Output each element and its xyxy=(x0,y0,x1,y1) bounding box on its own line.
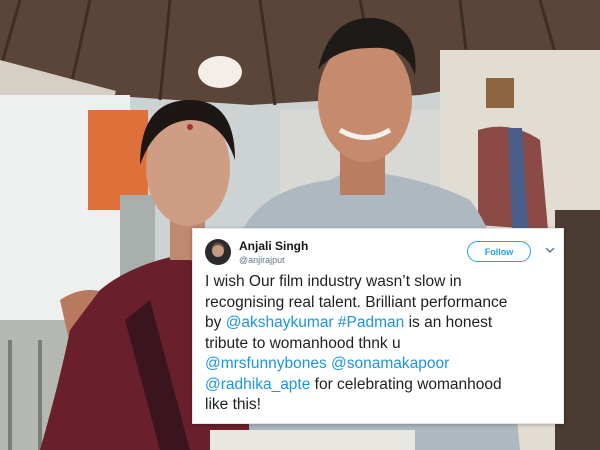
tweet-line: recognising real talent. Brilliant perfo… xyxy=(205,293,557,314)
tweet-line: tribute to womanhood thnk u xyxy=(205,334,557,355)
tweet-text-segment: by xyxy=(205,314,226,331)
tweet-text-segment: for celebrating womanhood xyxy=(310,375,502,393)
mention-link[interactable]: @radhika_apte xyxy=(205,376,310,393)
avatar[interactable] xyxy=(205,239,231,265)
mention-link[interactable]: @mrsfunnybones xyxy=(205,355,327,372)
tweet-text-segment: is an honest xyxy=(404,314,493,331)
tweet-line: like this! xyxy=(205,395,557,416)
tweet-text-segment: like this! xyxy=(205,396,261,413)
tweet-text-segment: tribute to womanhood thnk u xyxy=(205,334,401,352)
tweet-author-name[interactable]: Anjali Singh xyxy=(239,239,308,253)
tweet-line: @mrsfunnybones @sonamakapoor xyxy=(205,354,557,375)
hashtag-link[interactable]: #Padman xyxy=(338,314,404,331)
chevron-down-icon[interactable] xyxy=(544,244,556,256)
tweet-text-segment: I wish Our film industry wasn’t slow in xyxy=(205,273,462,290)
tweet-text: I wish Our film industry wasn’t slow in r… xyxy=(205,272,557,416)
follow-button[interactable]: Follow xyxy=(467,241,531,262)
tweet-line: by @akshaykumar #Padman is an honest xyxy=(205,313,557,334)
tweet-card: Anjali Singh @anjirajput Follow I wish O… xyxy=(192,228,564,424)
tweet-line: I wish Our film industry wasn’t slow in xyxy=(205,272,557,293)
tweet-text-segment: recognising real talent. Brilliant perfo… xyxy=(205,293,508,311)
tweet-line: @radhika_apte for celebrating womanhood xyxy=(205,375,557,396)
tweet-author-handle[interactable]: @anjirajput xyxy=(239,255,285,265)
mention-link[interactable]: @sonamakapoor xyxy=(331,355,449,372)
mention-link[interactable]: @akshaykumar xyxy=(226,314,334,331)
